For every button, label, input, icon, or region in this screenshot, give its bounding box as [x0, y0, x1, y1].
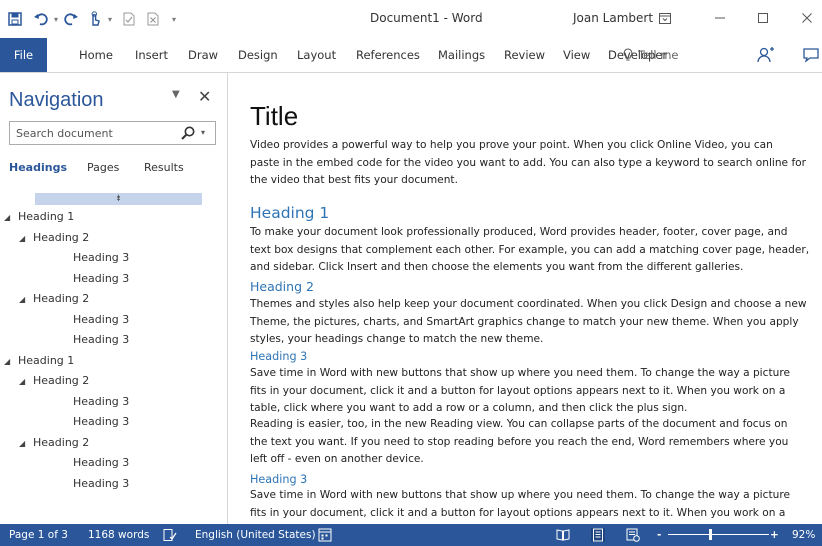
collapse-headings-bar[interactable]: ⯒ — [35, 193, 202, 205]
tab-design[interactable]: Design — [238, 38, 278, 72]
paragraph[interactable]: Save time in Word with new buttons that … — [250, 487, 790, 522]
tree-item[interactable]: Heading 3 — [73, 474, 129, 494]
document-title[interactable]: Title — [250, 101, 298, 132]
zoom-level[interactable]: 92% — [792, 524, 815, 546]
comments-icon[interactable] — [803, 47, 819, 63]
search-document-input[interactable]: Search document ▾ — [9, 121, 216, 145]
tell-me-label: Tell me — [638, 48, 679, 62]
intro-paragraph[interactable]: Video provides a powerful way to help yo… — [250, 137, 806, 190]
tree-item[interactable]: Heading 3 — [73, 453, 129, 473]
page-count[interactable]: Page 1 of 3 — [9, 524, 68, 546]
touch-mode-dropdown-icon[interactable]: ▾ — [106, 15, 114, 24]
tree-item[interactable]: Heading 3 — [73, 392, 129, 412]
tree-item[interactable]: Heading 3 — [73, 310, 129, 330]
navigation-pane: Navigation ▼ ✕ Search document ▾ Heading… — [0, 73, 228, 524]
undo-dropdown-icon[interactable]: ▾ — [52, 15, 60, 24]
tab-insert[interactable]: Insert — [135, 38, 168, 72]
nav-tab-headings[interactable]: Headings — [9, 161, 67, 174]
tab-review[interactable]: Review — [504, 38, 545, 72]
paragraph[interactable]: Reading is easier, too, in the new Readi… — [250, 416, 788, 469]
language[interactable]: English (United States) — [195, 524, 316, 546]
read-mode-icon[interactable] — [556, 528, 570, 542]
tab-mailings[interactable]: Mailings — [438, 38, 485, 72]
zoom-slider[interactable] — [668, 534, 769, 535]
customize-qat-icon[interactable]: ▾ — [170, 15, 178, 24]
title-bar: ▾ ▾ ▾ Document1 - Word Joan Lambert — [0, 0, 822, 38]
collapse-up-icon: ⯒ — [116, 194, 121, 204]
undo-icon[interactable] — [32, 10, 50, 28]
heading-1[interactable]: Heading 1 — [250, 204, 329, 222]
tree-item[interactable]: ◢ Heading 2 — [19, 289, 89, 309]
checkbox-x-icon[interactable] — [144, 10, 162, 28]
ribbon-tabs: File Home Insert Draw Design Layout Refe… — [0, 38, 822, 72]
maximize-icon[interactable] — [750, 6, 776, 30]
share-icon[interactable] — [757, 46, 775, 64]
print-layout-icon[interactable] — [591, 528, 605, 542]
quick-access-toolbar: ▾ ▾ ▾ — [6, 9, 178, 29]
web-layout-icon[interactable] — [626, 528, 640, 542]
tab-view[interactable]: View — [563, 38, 590, 72]
expanded-triangle-icon[interactable]: ◢ — [4, 352, 18, 372]
tree-item[interactable]: ◢ Heading 2 — [19, 433, 89, 453]
zoom-out-button[interactable]: - — [657, 524, 661, 546]
window-title: Document1 - Word — [370, 11, 483, 25]
search-icon[interactable] — [180, 125, 196, 141]
navigation-title: Navigation — [9, 89, 104, 111]
tab-references[interactable]: References — [356, 38, 420, 72]
tab-layout[interactable]: Layout — [297, 38, 336, 72]
tree-item[interactable]: ◢ Heading 2 — [19, 371, 89, 391]
tree-item[interactable]: ◢ Heading 2 — [19, 228, 89, 248]
heading-3[interactable]: Heading 3 — [250, 350, 307, 363]
proofing-icon[interactable] — [163, 528, 177, 542]
document-canvas[interactable]: Title Video provides a powerful way to h… — [229, 73, 822, 524]
pane-options-icon[interactable]: ▼ — [172, 89, 180, 100]
tree-item[interactable]: ◢ Heading 1 — [4, 351, 74, 371]
tell-me-box[interactable]: Tell me — [623, 38, 678, 72]
touch-mode-icon[interactable] — [86, 10, 104, 28]
tab-home[interactable]: Home — [79, 38, 113, 72]
zoom-in-button[interactable]: + — [770, 524, 779, 546]
paragraph[interactable]: Themes and styles also help keep your do… — [250, 296, 807, 349]
checkbox-icon[interactable] — [120, 10, 138, 28]
expanded-triangle-icon[interactable]: ◢ — [19, 229, 33, 249]
tree-item[interactable]: Heading 3 — [73, 248, 129, 268]
minimize-icon[interactable] — [707, 6, 733, 30]
expanded-triangle-icon[interactable]: ◢ — [19, 290, 33, 310]
heading-2[interactable]: Heading 2 — [250, 279, 314, 294]
ribbon-display-options-icon[interactable] — [652, 6, 678, 30]
save-icon[interactable] — [6, 10, 24, 28]
tree-item[interactable]: Heading 3 — [73, 412, 129, 432]
search-options-icon[interactable]: ▾ — [201, 128, 205, 137]
expanded-triangle-icon[interactable]: ◢ — [19, 372, 33, 392]
expanded-triangle-icon[interactable]: ◢ — [4, 208, 18, 228]
nav-tab-results[interactable]: Results — [144, 161, 184, 174]
close-pane-icon[interactable]: ✕ — [198, 87, 211, 106]
macro-recording-icon[interactable] — [318, 528, 332, 542]
nav-tab-pages[interactable]: Pages — [87, 161, 119, 174]
paragraph[interactable]: Save time in Word with new buttons that … — [250, 365, 790, 418]
tree-item[interactable]: ◢ Heading 1 — [4, 207, 74, 227]
expanded-triangle-icon[interactable]: ◢ — [19, 434, 33, 454]
tree-item[interactable]: Heading 3 — [73, 269, 129, 289]
redo-icon[interactable] — [62, 10, 80, 28]
close-icon[interactable] — [794, 6, 820, 30]
lightbulb-icon — [623, 48, 633, 61]
tree-item[interactable]: Heading 3 — [73, 330, 129, 350]
search-placeholder: Search document — [16, 127, 113, 140]
tab-draw[interactable]: Draw — [188, 38, 218, 72]
heading-3[interactable]: Heading 3 — [250, 473, 307, 486]
tab-file[interactable]: File — [0, 38, 47, 72]
paragraph[interactable]: To make your document look professionall… — [250, 224, 809, 277]
word-count[interactable]: 1168 words — [88, 524, 149, 546]
zoom-slider-thumb[interactable] — [709, 529, 712, 540]
status-bar: Page 1 of 3 1168 words English (United S… — [0, 524, 822, 546]
user-name[interactable]: Joan Lambert — [573, 11, 653, 25]
